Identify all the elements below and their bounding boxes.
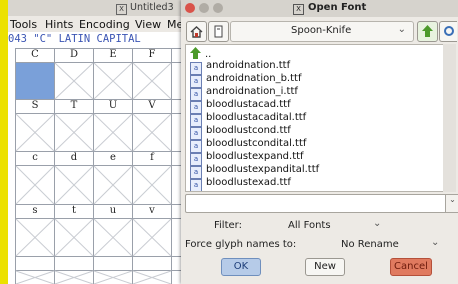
new-button[interactable]: New	[305, 258, 345, 276]
list-item[interactable]: a bloodlustcond.ttf	[190, 125, 291, 140]
file-list-scrollbar[interactable]	[443, 44, 456, 192]
filter-value: All Fonts	[288, 220, 331, 231]
list-item[interactable]: a bloodlustexad.ttf	[190, 177, 291, 191]
glyph-label: t	[71, 205, 77, 216]
glyph-label: S	[31, 100, 39, 111]
close-icon[interactable]	[185, 3, 195, 13]
list-item[interactable]: a bloodlustacadital.ttf	[190, 112, 306, 127]
home-icon	[190, 26, 203, 38]
list-item[interactable]: a androidnation_b.ttf	[190, 73, 301, 88]
dialog-title: X Open Font	[293, 2, 366, 15]
chevron-down-icon: ⌄	[397, 24, 406, 35]
glyph-label: v	[149, 205, 155, 216]
chevron-down-icon: ⌄	[373, 218, 382, 229]
glyph-label: F	[148, 49, 156, 60]
dialog-titlebar: X Open Font	[181, 0, 458, 17]
menu-view[interactable]: View	[135, 18, 161, 31]
list-item[interactable]: a bloodlustacad.ttf	[190, 99, 291, 114]
glyph-label: f	[150, 152, 154, 163]
menu-encoding[interactable]: Encoding	[79, 18, 130, 31]
desktop-edge	[0, 0, 8, 284]
glyph-label: D	[69, 49, 79, 60]
configure-button[interactable]	[439, 21, 457, 42]
list-item[interactable]: a androidnation.ttf	[190, 60, 290, 75]
fontview-title: X Untitled3	[116, 2, 174, 15]
list-item[interactable]: a bloodlustcondital.ttf	[190, 138, 306, 153]
glyph-info-status: 043 "C" LATIN CAPITAL	[8, 33, 141, 45]
gear-icon	[443, 26, 454, 36]
ok-button[interactable]: OK	[221, 258, 261, 276]
font-file-icon: a	[190, 179, 202, 191]
rename-value: No Rename	[341, 239, 399, 250]
bookmark-icon	[214, 25, 223, 38]
cancel-button[interactable]: Cancel	[390, 258, 432, 276]
x-app-icon: X	[116, 4, 127, 15]
glyph-label: E	[109, 49, 117, 60]
glyph-label: T	[70, 100, 78, 111]
chevron-down-icon: ⌄	[431, 237, 440, 248]
home-button[interactable]	[186, 21, 207, 42]
menu-hints[interactable]: Hints	[45, 18, 73, 31]
glyph-label: d	[70, 152, 78, 163]
glyph-label: s	[32, 205, 38, 216]
directory-select[interactable]: Spoon-Knife ⌄	[230, 21, 414, 42]
up-arrow-icon	[190, 47, 201, 59]
filter-select[interactable]: All Fonts ⌄	[251, 218, 391, 233]
list-item[interactable]: a bloodlustexpandital.ttf	[190, 164, 319, 179]
file-list[interactable]: .. a androidnation.ttf a androidnation_b.t…	[185, 44, 444, 192]
filename-input[interactable]	[185, 194, 448, 213]
force-glyph-names-label: Force glyph names to:	[185, 239, 297, 250]
menu-tools[interactable]: Tools	[10, 18, 37, 31]
glyph-label: u	[109, 205, 117, 216]
glyph-label: V	[148, 100, 156, 111]
list-item[interactable]: a androidnation_i.ttf	[190, 86, 298, 101]
rename-select[interactable]: No Rename ⌄	[303, 237, 446, 252]
glyph-label: C	[31, 49, 39, 60]
maximize-icon[interactable]	[213, 3, 223, 13]
up-arrow-icon	[422, 25, 433, 37]
minimize-icon[interactable]	[199, 3, 209, 13]
glyph-label: c	[32, 152, 38, 163]
bookmarks-button[interactable]	[208, 21, 229, 42]
directory-value: Spoon-Knife	[291, 25, 352, 36]
filename-dropdown[interactable]: ⌄	[445, 194, 458, 213]
glyph-label: e	[110, 152, 116, 163]
filter-label: Filter:	[214, 220, 242, 231]
parent-dir-item[interactable]: ..	[190, 47, 211, 60]
list-item[interactable]: a bloodlustexpand.ttf	[190, 151, 304, 166]
glyph-label: U	[108, 100, 118, 111]
open-font-dialog: X Open Font Spoon-Knife ⌄ .. a androidnati…	[181, 0, 458, 284]
parent-directory-button[interactable]	[417, 21, 438, 42]
